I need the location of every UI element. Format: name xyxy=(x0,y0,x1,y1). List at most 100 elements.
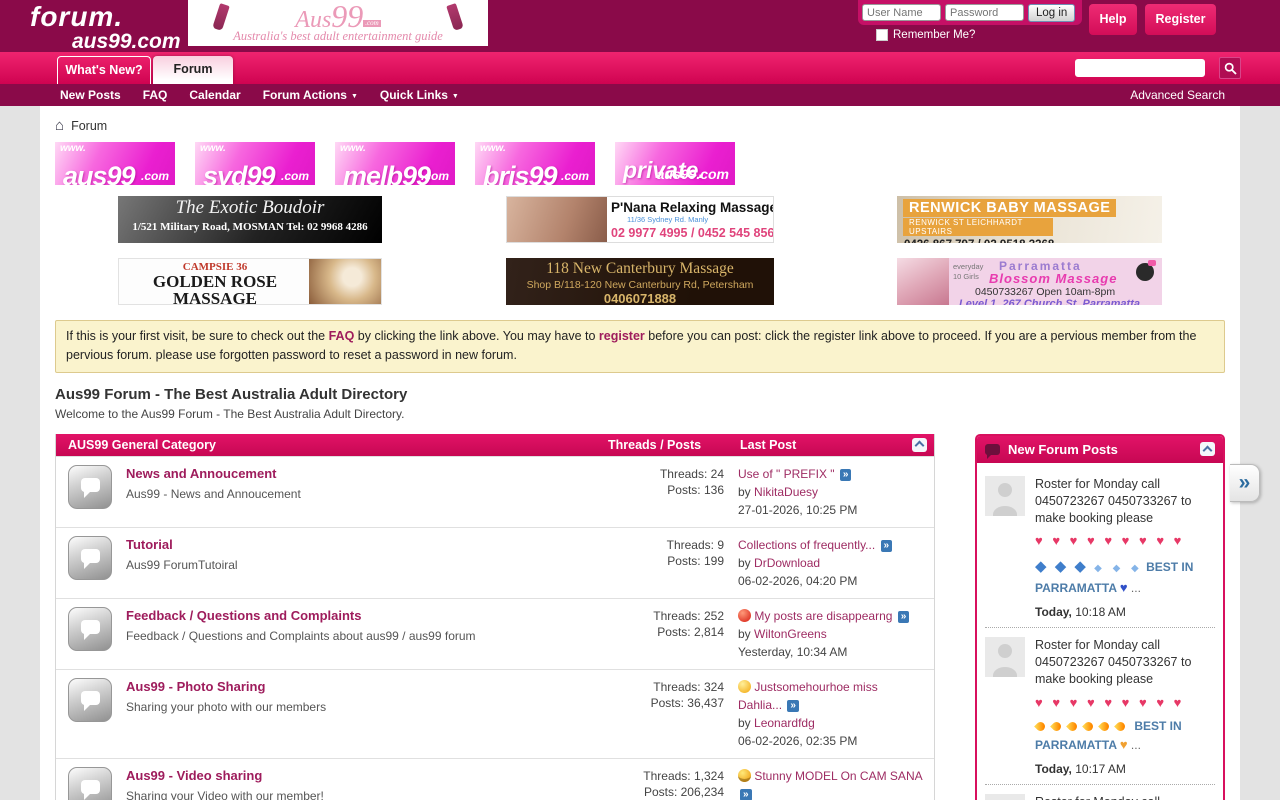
author-link[interactable]: Leonardfdg xyxy=(754,716,815,730)
last-post-cell: Use of " PREFIX " » by NikitaDuesy 27-01… xyxy=(724,465,924,519)
banner-title: Aus99.com xyxy=(188,0,488,32)
last-post-date: 06-02-2026, 02:35 PM xyxy=(738,732,924,750)
avatar xyxy=(985,476,1025,516)
subnav-calendar[interactable]: Calendar xyxy=(189,88,240,102)
flame-emoji-icon xyxy=(1114,720,1127,733)
username-field[interactable] xyxy=(862,4,941,21)
collapse-icon[interactable] xyxy=(1200,442,1215,456)
goto-last-post-icon[interactable]: » xyxy=(898,611,910,623)
home-icon[interactable]: ⌂ xyxy=(55,118,64,133)
flame-emoji-icon xyxy=(1034,720,1047,733)
forum-link[interactable]: Tutorial xyxy=(126,537,173,552)
last-post-title-link[interactable]: Collections of frequently... xyxy=(738,538,879,552)
forum-link[interactable]: Aus99 - Photo Sharing xyxy=(126,679,265,694)
ad-118-canterbury-massage[interactable]: 118 New Canterbury Massage Shop B/118-12… xyxy=(506,258,774,305)
forum-row-photo-sharing: Aus99 - Photo Sharing Sharing your photo… xyxy=(56,669,934,758)
search-icon xyxy=(1224,62,1237,75)
author-link[interactable]: WiltonGreens xyxy=(754,627,827,641)
main-columns: AUS99 General Category Threads / Posts L… xyxy=(55,434,1225,800)
forum-speech-bubble-icon xyxy=(68,465,112,509)
tab-whats-new[interactable]: What's New? xyxy=(57,56,151,84)
site-logo-strip: www. aus99 .com www. syd99 .com www. mel… xyxy=(55,142,1225,185)
text-segment: ... xyxy=(1128,738,1141,752)
last-post-title-link[interactable]: Justsomehourhoe miss Dahlia... xyxy=(738,680,878,712)
post-title: Roster for Monday call 0450723267 045073… xyxy=(1035,476,1215,527)
text-segment: ... xyxy=(1128,581,1141,595)
logo-melb99[interactable]: www. melb99 .com xyxy=(335,142,455,185)
last-post-title-link[interactable]: My posts are disappearng xyxy=(751,609,896,623)
author-link[interactable]: NikitaDuesy xyxy=(754,485,818,499)
advanced-search-link[interactable]: Advanced Search xyxy=(1130,88,1225,102)
ad-pnana-massage[interactable]: P'Nana Relaxing Massage 11/36 Sydney Rd.… xyxy=(506,196,774,243)
post-title: Roster for Monday call 0450723267 045073… xyxy=(1035,637,1215,688)
goto-last-post-icon[interactable]: » xyxy=(740,789,752,800)
forum-row-tutorial: Tutorial Aus99 ForumTutoiral Threads: 9 … xyxy=(56,527,934,598)
forum-link[interactable]: Aus99 - Video sharing xyxy=(126,768,262,783)
page-title: Aus99 Forum - The Best Australia Adult D… xyxy=(55,386,1225,403)
sidebar-post[interactable]: Roster for Monday call 0450723267 045073… xyxy=(985,785,1215,800)
register-button[interactable]: Register xyxy=(1145,4,1216,35)
last-post-cell: Stunny MODEL On CAM SANA » by GoldMeow88… xyxy=(724,767,924,800)
sidebar-expand-button[interactable]: » xyxy=(1230,464,1260,502)
login-button[interactable]: Log in xyxy=(1028,4,1075,22)
forum-description: Aus99 ForumTutoiral xyxy=(126,558,612,572)
sidebar-post[interactable]: Roster for Monday call 0450723267 045073… xyxy=(985,467,1215,628)
dotcom-badge: .com xyxy=(363,20,380,27)
breadcrumb-forum-link[interactable]: Forum xyxy=(71,119,107,133)
forum-link[interactable]: News and Annoucement xyxy=(126,466,276,481)
search-input[interactable] xyxy=(1075,59,1205,77)
doll-icon xyxy=(1136,263,1154,281)
goto-last-post-icon[interactable]: » xyxy=(840,469,852,481)
remember-me-checkbox[interactable] xyxy=(876,29,888,41)
help-button[interactable]: Help xyxy=(1089,4,1137,35)
subnav-forum-actions[interactable]: Forum Actions▼ xyxy=(263,88,358,102)
subnav-new-posts[interactable]: New Posts xyxy=(60,88,121,102)
last-post-cell: Collections of frequently... » by DrDown… xyxy=(724,536,924,590)
ad-photo xyxy=(309,259,381,304)
sidebar-post[interactable]: Roster for Monday call 0450723267 045073… xyxy=(985,628,1215,785)
column-threads-posts: Threads / Posts xyxy=(608,438,740,452)
site-header: forum. aus99.com Aus99.com Australia's b… xyxy=(0,0,1280,52)
ad-blossom-massage[interactable]: everyday 10 Girls Parramatta Blossom Mas… xyxy=(897,258,1162,305)
faq-link[interactable]: FAQ xyxy=(329,329,355,343)
goto-last-post-icon[interactable]: » xyxy=(881,540,893,552)
password-field[interactable] xyxy=(945,4,1024,21)
last-post-title-link[interactable]: Stunny MODEL On CAM SANA xyxy=(751,769,922,783)
tab-forum[interactable]: Forum xyxy=(153,56,233,84)
ad-renwick-massage[interactable]: RENWICK BABY MASSAGE RENWICK ST LEICHHAR… xyxy=(897,196,1162,243)
logo-syd99[interactable]: www. syd99 .com xyxy=(195,142,315,185)
post-emoji-line: BEST IN PARRAMATTA ♥ ... xyxy=(1035,717,1215,755)
post-emoji-line: ◆ ◆ ◆ ◆ ◆ ◆ BEST IN PARRAMATTA ♥ ... xyxy=(1035,556,1215,598)
goto-last-post-icon[interactable]: » xyxy=(787,700,799,712)
ad-exotic-boudoir[interactable]: The Exotic Boudoir 1/521 Military Road, … xyxy=(118,196,382,243)
remember-me-label: Remember Me? xyxy=(893,29,975,41)
subnav-faq[interactable]: FAQ xyxy=(143,88,168,102)
orange-heart-icon: ♥ xyxy=(1120,737,1128,752)
collapse-icon[interactable] xyxy=(912,438,927,452)
forum-description: Sharing your Video with our member! xyxy=(126,789,612,800)
logo-private-aus99[interactable]: private. aus99.com xyxy=(615,142,735,185)
avatar xyxy=(985,794,1025,800)
post-date: Today, 10:17 AM xyxy=(1035,762,1215,776)
new-forum-posts-panel: New Forum Posts Roster for Monday call 0… xyxy=(975,434,1225,800)
register-link[interactable]: register xyxy=(599,329,645,343)
diamond-emoji-row: ◆ ◆ ◆ xyxy=(1035,558,1094,575)
subnav-quick-links[interactable]: Quick Links▼ xyxy=(380,88,459,102)
logo-bris99[interactable]: www. bris99 .com xyxy=(475,142,595,185)
banner-tagline: Australia's best adult entertainment gui… xyxy=(188,29,488,44)
site-logo[interactable]: forum. aus99.com xyxy=(30,3,181,52)
logo-line1: forum. xyxy=(30,1,123,32)
search-button[interactable] xyxy=(1219,57,1241,79)
ad-golden-rose-massage[interactable]: CAMPSIE 36 GOLDEN ROSE MASSAGE 36 NORTH … xyxy=(118,258,382,305)
post-emoji-line: ♥ ♥ ♥ ♥ ♥ ♥ ♥ ♥ ♥ xyxy=(1035,693,1215,713)
author-link[interactable]: DrDownload xyxy=(754,556,820,570)
last-post-date: 27-01-2026, 10:25 PM xyxy=(738,501,924,519)
forum-description: Aus99 - News and Annoucement xyxy=(126,487,612,501)
aus99-banner[interactable]: Aus99.com Australia's best adult enterta… xyxy=(188,0,488,46)
forum-row-video-sharing: Aus99 - Video sharing Sharing your Video… xyxy=(56,758,934,800)
forum-list: AUS99 General Category Threads / Posts L… xyxy=(55,434,935,800)
small-diamond-emoji-row: ◆ ◆ ◆ xyxy=(1094,563,1143,574)
last-post-title-link[interactable]: Use of " PREFIX " xyxy=(738,467,838,481)
logo-aus99[interactable]: www. aus99 .com xyxy=(55,142,175,185)
forum-link[interactable]: Feedback / Questions and Complaints xyxy=(126,608,362,623)
